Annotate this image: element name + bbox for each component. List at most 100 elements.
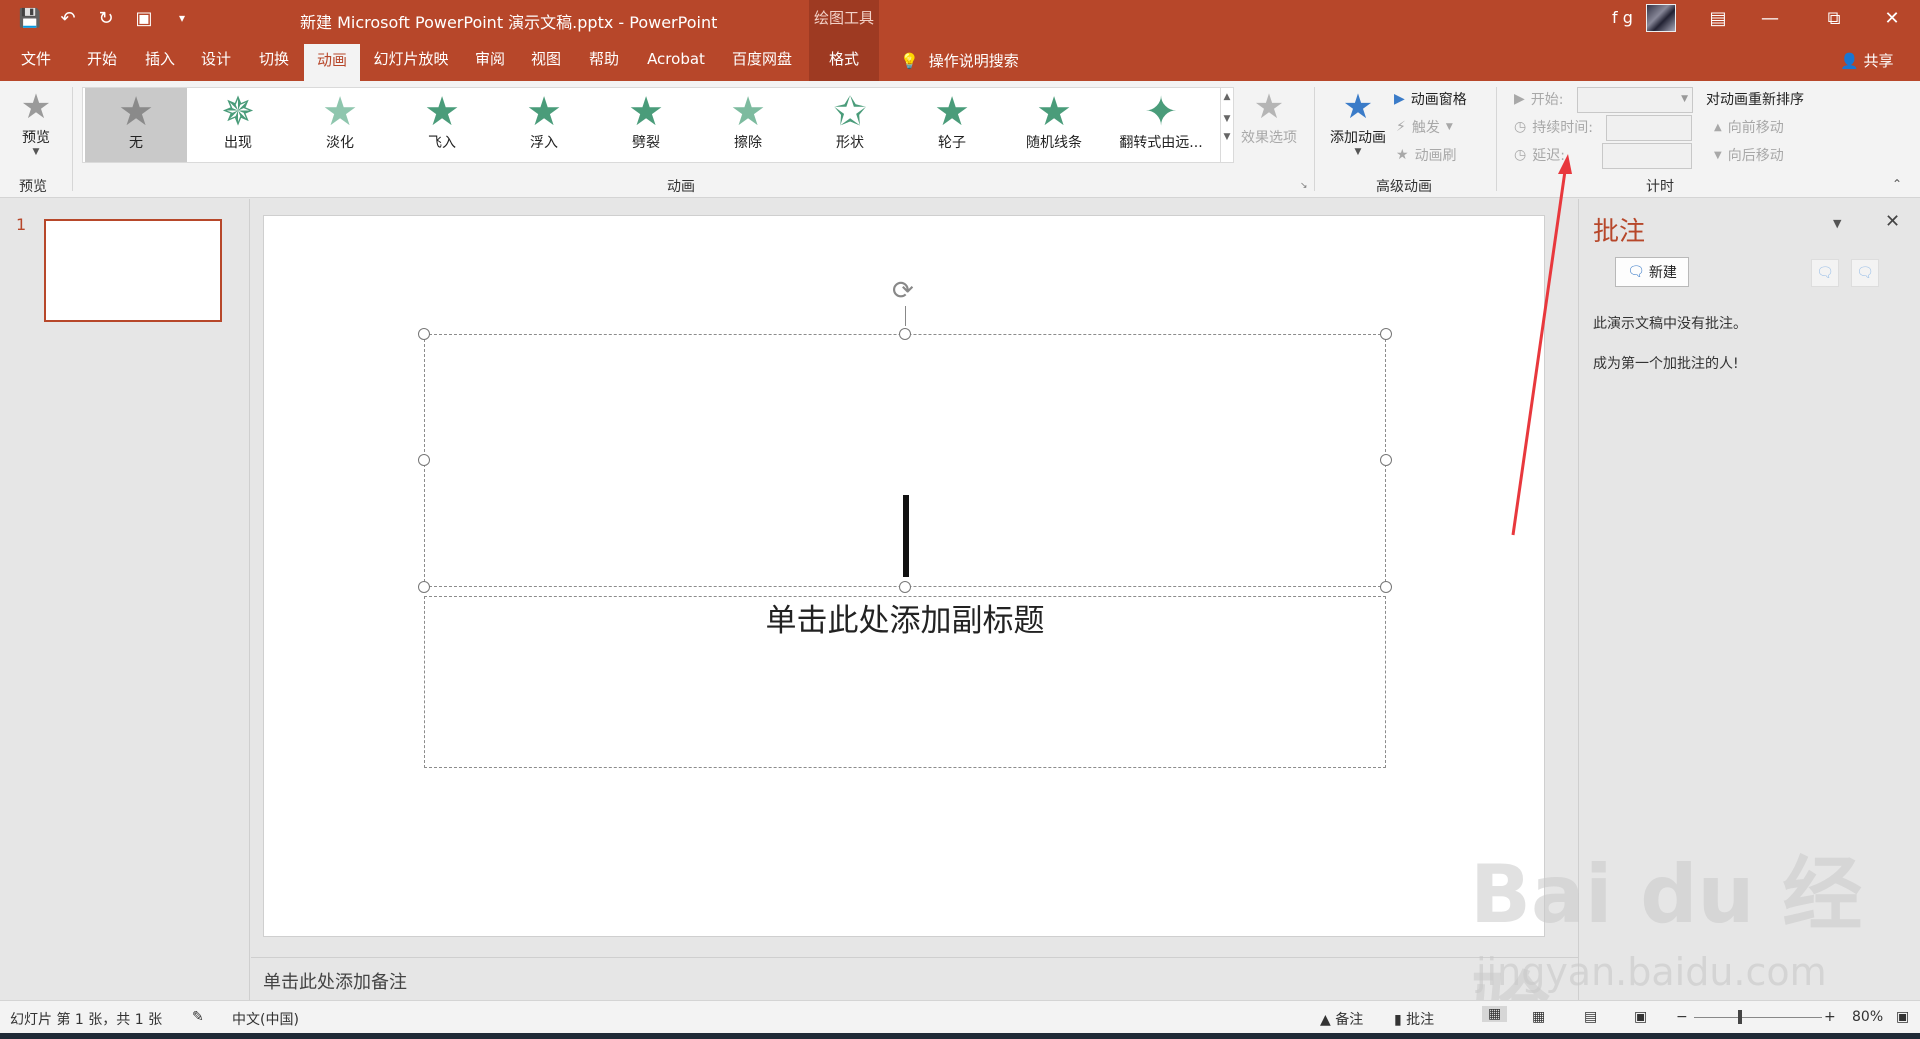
tab-insert[interactable]: 插入 [132, 38, 188, 81]
animation-fly-in[interactable]: ★ 飞入 [391, 88, 493, 162]
rotate-handle-icon[interactable]: ⟳ [892, 276, 914, 306]
undo-icon[interactable]: ↶ [56, 6, 80, 30]
collapse-ribbon-icon[interactable]: ⌃ [1892, 177, 1902, 191]
effect-star-icon: ★ [1253, 87, 1285, 127]
effect-options-button[interactable]: ★ 效果选项 [1238, 87, 1300, 147]
new-comment-button[interactable]: 🗨 新建 [1615, 257, 1689, 287]
slideshow-view-icon[interactable]: ▣ [1634, 1009, 1647, 1025]
zoom-in-icon[interactable]: + [1824, 1009, 1836, 1025]
arrow-line [1511, 163, 1568, 536]
tab-format[interactable]: 格式 [809, 38, 879, 81]
ribbon-display-options-icon[interactable]: ▤ [1700, 5, 1736, 33]
duration-input[interactable] [1606, 115, 1692, 141]
group-label-preview: 预览 [19, 179, 47, 195]
start-select[interactable]: ▼ [1577, 87, 1693, 113]
redo-icon[interactable]: ↻ [94, 6, 118, 30]
gallery-scroll[interactable]: ▲ ▼ ▼ [1220, 87, 1234, 163]
next-comment-icon[interactable]: 🗨 [1851, 259, 1879, 287]
resize-handle[interactable] [418, 328, 430, 340]
resize-handle[interactable] [1380, 454, 1392, 466]
close-icon[interactable]: ✕ [1874, 5, 1910, 33]
new-comment-icon: 🗨 [1627, 264, 1645, 280]
move-later-button[interactable]: ▼ 向后移动 [1714, 145, 1784, 165]
star-float-icon: ★ [526, 89, 562, 135]
animation-pane-button[interactable]: ▶ 动画窗格 [1394, 89, 1467, 109]
language-indicator[interactable]: 中文(中国) [232, 1009, 299, 1029]
animation-appear[interactable]: ✵ 出现 [187, 88, 289, 162]
zoom-level[interactable]: 80% [1852, 1009, 1883, 1025]
tab-animations[interactable]: 动画 [304, 44, 360, 81]
tab-help[interactable]: 帮助 [576, 38, 632, 81]
slide-sorter-icon[interactable]: ▦ [1532, 1009, 1545, 1025]
animation-painter-button[interactable]: ★ 动画刷 [1396, 145, 1457, 165]
avatar[interactable] [1646, 4, 1676, 32]
user-name[interactable]: f g [1612, 8, 1633, 27]
animation-split[interactable]: ★ 劈裂 [595, 88, 697, 162]
resize-handle[interactable] [418, 454, 430, 466]
scroll-up-icon[interactable]: ▲ [1221, 92, 1233, 102]
slide-thumbnail[interactable] [44, 219, 222, 322]
animation-wipe[interactable]: ★ 擦除 [697, 88, 799, 162]
animation-fade[interactable]: ★ 淡化 [289, 88, 391, 162]
move-later-label: 向后移动 [1727, 148, 1784, 164]
reorder-label: 对动画重新排序 [1706, 92, 1804, 108]
close-pane-icon[interactable]: ✕ [1885, 211, 1900, 232]
gallery-more-icon[interactable]: ▼ [1221, 132, 1233, 142]
zoom-slider-track[interactable] [1694, 1017, 1822, 1018]
comments-toggle[interactable]: ▮ 批注 [1394, 1009, 1434, 1029]
tab-home[interactable]: 开始 [74, 38, 130, 81]
save-icon[interactable]: 💾 [18, 6, 42, 30]
slideshow-icon[interactable]: ▣ [132, 6, 156, 30]
title-placeholder[interactable] [424, 334, 1386, 587]
share-button[interactable]: 👤 共享 [1840, 50, 1893, 71]
animation-label: 无 [129, 135, 143, 151]
tab-acrobat[interactable]: Acrobat [636, 38, 716, 81]
notes-pane[interactable]: 单击此处添加备注 [251, 957, 1578, 1000]
customize-qat-icon[interactable]: ▾ [170, 6, 194, 30]
slide-canvas[interactable]: ⟳ 单击此处添加副标题 [263, 215, 1545, 937]
move-earlier-button[interactable]: ▲ 向前移动 [1714, 117, 1784, 137]
animation-grow-turn[interactable]: ✦ 翻转式由远... [1105, 88, 1217, 162]
group-label-animation: 动画 [667, 179, 695, 195]
tab-transitions[interactable]: 切换 [246, 38, 302, 81]
tab-slideshow[interactable]: 幻灯片放映 [366, 38, 456, 81]
subtitle-placeholder[interactable]: 单击此处添加副标题 [424, 596, 1386, 768]
lightning-icon: ⚡ [1396, 119, 1406, 135]
animation-wheel[interactable]: ★ 轮子 [901, 88, 1003, 162]
animation-label: 飞入 [428, 135, 456, 151]
star-shape-icon: ✩ [833, 89, 867, 135]
fit-to-window-icon[interactable]: ▣ [1896, 1009, 1909, 1025]
restore-icon[interactable]: ⧉ [1816, 5, 1852, 33]
animation-shape[interactable]: ✩ 形状 [799, 88, 901, 162]
resize-handle[interactable] [899, 581, 911, 593]
tab-design[interactable]: 设计 [188, 38, 244, 81]
pane-options-icon[interactable]: ▼ [1833, 217, 1841, 230]
normal-view-icon[interactable]: ▦ [1482, 1006, 1508, 1022]
duration-label: ◷ 持续时间: [1514, 117, 1593, 137]
animation-float-in[interactable]: ★ 浮入 [493, 88, 595, 162]
reading-view-icon[interactable]: ▤ [1584, 1009, 1597, 1025]
animation-none[interactable]: ★ 无 [85, 88, 187, 162]
zoom-slider-thumb[interactable] [1738, 1010, 1742, 1024]
previous-comment-icon[interactable]: 🗨 [1811, 259, 1839, 287]
tab-baidu-netdisk[interactable]: 百度网盘 [722, 38, 802, 81]
preview-button[interactable]: ★ 预览 ▼ [14, 87, 58, 157]
dialog-launcher-icon[interactable]: ↘ [1300, 181, 1308, 191]
trigger-button[interactable]: ⚡ 触发 ▼ [1396, 117, 1453, 137]
zoom-out-icon[interactable]: − [1676, 1009, 1688, 1025]
resize-handle[interactable] [899, 328, 911, 340]
resize-handle[interactable] [1380, 328, 1392, 340]
resize-handle[interactable] [418, 581, 430, 593]
tab-review[interactable]: 审阅 [462, 38, 518, 81]
accessibility-icon[interactable]: ✎ [192, 1009, 204, 1025]
add-animation-button[interactable]: ★ 添加动画 ▼ [1326, 87, 1390, 157]
notes-toggle[interactable]: ▲ 备注 [1320, 1009, 1363, 1029]
tab-file[interactable]: 文件 [8, 38, 64, 81]
tab-view[interactable]: 视图 [518, 38, 574, 81]
resize-handle[interactable] [1380, 581, 1392, 593]
animation-random-bars[interactable]: ★ 随机线条 [1003, 88, 1105, 162]
delay-input[interactable] [1602, 143, 1692, 169]
tell-me-search[interactable]: 💡 操作说明搜索 [900, 50, 1019, 71]
scroll-down-icon[interactable]: ▼ [1221, 114, 1233, 124]
minimize-icon[interactable]: — [1752, 5, 1788, 33]
